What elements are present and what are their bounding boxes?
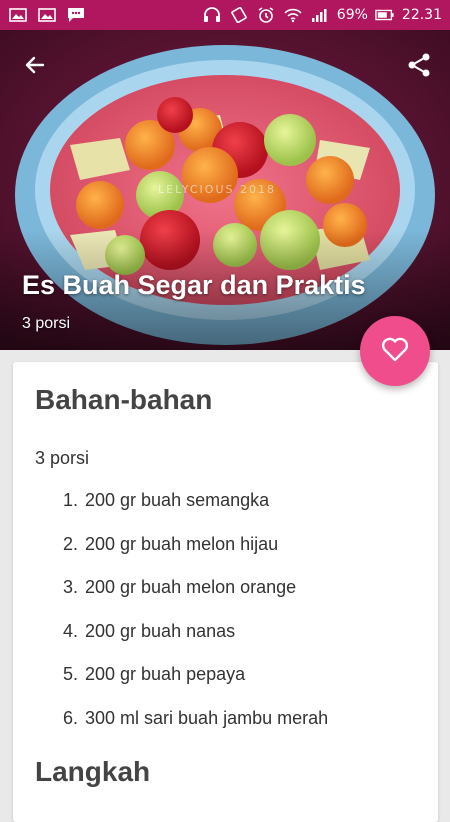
ingredients-portion: 3 porsi [35,448,90,468]
image-icon [37,7,57,23]
ingredient-item: 3. 200 gr buah melon orange [63,573,328,617]
heart-icon [381,336,409,367]
image-icon [8,7,28,23]
ingredient-text: 200 gr buah semangka [85,490,270,510]
watermark: LELYCIOUS 2018 [158,183,276,196]
status-bar: 69% 22.31 [0,0,450,30]
ingredient-item: 1. 200 gr buah semangka [63,486,328,530]
share-icon [406,52,432,83]
headphones-icon [202,7,222,23]
recipe-hero: LELYCIOUS 2018 Es Buah Segar dan Praktis… [0,30,450,350]
ingredients-heading: Bahan-bahan [35,384,213,415]
ingredients-list: 1. 200 gr buah semangka 2. 200 gr buah mel… [63,486,328,748]
ingredient-text: 200 gr buah nanas [85,620,236,641]
message-icon [66,7,86,23]
ingredient-text: 300 ml sari buah jambu merah [85,707,329,728]
ingredient-number: 2. [63,533,79,554]
ingredient-number: 3. [63,577,79,598]
ingredient-item: 2. 200 gr buah melon hijau [63,530,328,574]
battery-percent: 69% [336,7,368,23]
arrow-left-icon [23,53,47,82]
battery-icon [375,7,395,23]
ingredient-item: 4. 200 gr buah nanas [63,617,328,661]
steps-heading: Langkah [35,756,151,787]
ingredient-item: 5. 200 gr buah pepaya [63,660,328,704]
alarm-icon [256,7,276,23]
favorite-button[interactable] [360,316,430,386]
clock: 22.31 [401,7,442,23]
recipe-servings: 3 porsi [22,315,71,332]
signal-icon [310,7,330,23]
recipe-card: Bahan-bahan 3 porsi 1. 200 gr buah semang… [13,362,438,822]
share-button[interactable] [402,50,436,84]
rotate-icon [229,7,249,23]
back-button[interactable] [18,50,52,84]
ingredient-number: 1. [63,490,79,510]
ingredient-item: 6. 300 ml sari buah jambu merah [63,704,328,748]
ingredient-text: 200 gr buah melon hijau [85,533,279,554]
recipe-title: Es Buah Segar dan Praktis [22,270,366,300]
ingredient-number: 4. [63,620,79,641]
ingredient-text: 200 gr buah melon orange [85,577,297,598]
wifi-icon [283,7,303,23]
ingredient-number: 5. [63,664,79,685]
ingredient-number: 6. [63,707,79,728]
ingredient-text: 200 gr buah pepaya [85,664,246,685]
